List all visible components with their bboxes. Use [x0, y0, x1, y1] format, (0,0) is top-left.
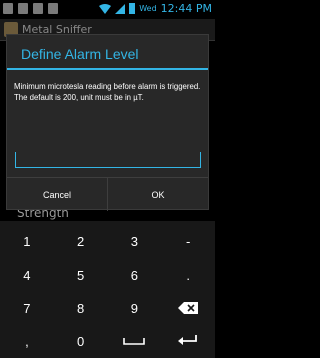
- key-6[interactable]: 6: [108, 258, 162, 292]
- key-7[interactable]: 7: [0, 291, 54, 325]
- notification-icons: [3, 3, 58, 14]
- status-time: 12:44 PM: [160, 2, 212, 15]
- dialog-button-bar: Cancel OK: [7, 177, 208, 211]
- alarm-level-dialog: Define Alarm Level Minimum microtesla re…: [6, 34, 209, 211]
- cancel-button[interactable]: Cancel: [7, 178, 107, 211]
- key-3[interactable]: 3: [108, 224, 162, 258]
- key-1[interactable]: 1: [0, 224, 54, 258]
- signal-icon: [115, 3, 126, 14]
- dialog-message: Minimum microtesla reading before alarm …: [14, 82, 204, 103]
- key-8[interactable]: 8: [54, 291, 108, 325]
- notification-icon: [18, 3, 28, 14]
- keyboard-row: 1 2 3 -: [0, 224, 215, 258]
- key-minus[interactable]: -: [161, 224, 215, 258]
- status-day: Wed: [139, 4, 157, 13]
- enter-icon: [178, 335, 198, 345]
- wifi-icon: [99, 3, 112, 14]
- key-period[interactable]: .: [161, 258, 215, 292]
- key-backspace[interactable]: [161, 291, 215, 325]
- key-comma[interactable]: ,: [0, 324, 54, 358]
- notification-icon: [33, 3, 43, 14]
- notification-icon: [3, 3, 13, 14]
- numeric-keyboard: 1 2 3 - 4 5 6 . 7 8 9 , 0: [0, 221, 215, 358]
- keyboard-row: , 0: [0, 324, 215, 358]
- notification-icon: [48, 3, 58, 14]
- battery-icon: [129, 3, 136, 14]
- key-2[interactable]: 2: [54, 224, 108, 258]
- key-enter[interactable]: [161, 324, 215, 358]
- status-bar: Wed 12:44 PM: [0, 0, 215, 19]
- dialog-message-line2: The default is 200, unit must be in µT.: [14, 92, 144, 102]
- key-5[interactable]: 5: [54, 258, 108, 292]
- key-space[interactable]: [108, 324, 162, 358]
- key-4[interactable]: 4: [0, 258, 54, 292]
- dialog-title: Define Alarm Level: [21, 46, 139, 62]
- backspace-icon: [178, 302, 199, 314]
- ok-button[interactable]: OK: [107, 178, 208, 211]
- key-0[interactable]: 0: [54, 324, 108, 358]
- alarm-level-input[interactable]: [15, 152, 201, 168]
- dialog-message-line1: Minimum microtesla reading before alarm …: [14, 82, 201, 91]
- key-9[interactable]: 9: [108, 291, 162, 325]
- keyboard-row: 4 5 6 .: [0, 258, 215, 292]
- space-icon: [123, 338, 146, 345]
- keyboard-row: 7 8 9: [0, 291, 215, 325]
- dialog-title-divider: [7, 68, 208, 70]
